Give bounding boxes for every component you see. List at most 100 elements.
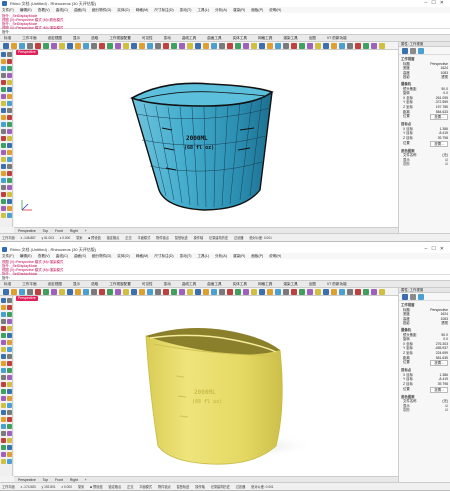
tab-cplanes[interactable]: 工作平面: [22, 282, 36, 286]
toolbar-tool-icon[interactable]: [379, 43, 385, 49]
tab-curve-tools[interactable]: 曲线工具: [182, 36, 196, 40]
toolbar-tool-icon[interactable]: [3, 289, 9, 295]
toolbar-tool-icon[interactable]: [211, 43, 217, 49]
modeling-tool-icon[interactable]: [7, 298, 12, 303]
modeling-tool-icon[interactable]: [7, 115, 12, 120]
menu-subd[interactable]: 细分物件(D): [92, 8, 111, 12]
modeling-tool-icon[interactable]: [1, 143, 6, 148]
modeling-tool-icon[interactable]: [1, 319, 6, 324]
toolbar-tool-icon[interactable]: [331, 289, 337, 295]
modeling-tool-icon[interactable]: [1, 368, 6, 373]
toolbar-tool-icon[interactable]: [227, 43, 233, 49]
toolbar-tool-icon[interactable]: [355, 43, 361, 49]
toolbar-tool-icon[interactable]: [315, 289, 321, 295]
toolbar-tool-icon[interactable]: [27, 43, 33, 49]
modeling-tool-icon[interactable]: [1, 424, 6, 429]
modeling-tool-icon[interactable]: [1, 403, 6, 408]
toolbar-tool-icon[interactable]: [347, 289, 353, 295]
toolbar-tool-icon[interactable]: [75, 289, 81, 295]
status-planar[interactable]: 平面模式: [139, 485, 152, 489]
tab-solid-tools[interactable]: 实体工具: [233, 36, 247, 40]
toolbar-tool-icon[interactable]: [347, 43, 353, 49]
modeling-tool-icon[interactable]: [1, 115, 6, 120]
tab-surface-tools[interactable]: 曲面工具: [207, 36, 221, 40]
tab-render-tools[interactable]: 渲染工具: [283, 282, 297, 286]
toolbar-tool-icon[interactable]: [123, 43, 129, 49]
material-icon[interactable]: [410, 294, 416, 300]
modeling-tool-icon[interactable]: [7, 382, 12, 387]
modeling-tool-icon[interactable]: [7, 59, 12, 64]
menu-render[interactable]: 渲染(R): [233, 8, 245, 12]
menu-tools[interactable]: 工具(L): [197, 8, 209, 12]
toolbar-tool-icon[interactable]: [115, 289, 121, 295]
place-camera-button[interactable]: 放置...: [430, 114, 448, 121]
tab-new-in-v7[interactable]: V7 的新功能: [327, 36, 347, 40]
status-ortho[interactable]: 正交: [125, 236, 131, 240]
tab-visibility[interactable]: 可见性: [142, 282, 153, 286]
modeling-tool-icon[interactable]: [7, 368, 12, 373]
tab-transform[interactable]: 变动: [164, 282, 171, 286]
modeling-tool-icon[interactable]: [7, 66, 12, 71]
toolbar-tool-icon[interactable]: [267, 289, 273, 295]
tab-render-tools[interactable]: 渲染工具: [283, 36, 297, 40]
modeling-tool-icon[interactable]: [1, 52, 6, 57]
menu-dimension[interactable]: 尺寸标注(D): [154, 254, 173, 258]
modeling-tool-icon[interactable]: [1, 445, 6, 450]
place-camera-button[interactable]: 放置...: [430, 360, 448, 367]
tab-transform[interactable]: 变动: [164, 36, 171, 40]
status-gumball[interactable]: 操作轴: [195, 485, 205, 489]
toolbar-tool-icon[interactable]: [259, 289, 265, 295]
tab-display[interactable]: 显示: [73, 36, 80, 40]
tab-mesh-tools[interactable]: 网格工具: [258, 282, 272, 286]
modeling-tool-icon[interactable]: [1, 298, 6, 303]
menu-file[interactable]: 文件(F): [2, 8, 14, 12]
toolbar-tool-icon[interactable]: [147, 43, 153, 49]
toolbar-tool-icon[interactable]: [251, 289, 257, 295]
modeling-tool-icon[interactable]: [7, 164, 12, 169]
modeling-tool-icon[interactable]: [7, 94, 12, 99]
window-controls[interactable]: –☐✕: [425, 0, 448, 7]
toolbar-tool-icon[interactable]: [11, 289, 17, 295]
modeling-tool-icon[interactable]: [7, 445, 12, 450]
tab-select[interactable]: 选取: [91, 36, 98, 40]
modeling-tool-icon[interactable]: [7, 199, 12, 204]
modeling-tool-icon[interactable]: [1, 389, 6, 394]
modeling-tool-icon[interactable]: [1, 171, 6, 176]
modeling-tool-icon[interactable]: [7, 157, 12, 162]
modeling-tool-icon[interactable]: [1, 94, 6, 99]
modeling-tool-icon[interactable]: [7, 129, 12, 134]
modeling-tool-icon[interactable]: [7, 319, 12, 324]
modeling-tool-icon[interactable]: [1, 354, 6, 359]
menu-file[interactable]: 文件(F): [2, 254, 14, 258]
gray-checkbox[interactable]: ☑: [445, 408, 448, 413]
menu-subd[interactable]: 细分物件(D): [92, 254, 111, 258]
modeling-tool-icon[interactable]: [7, 52, 12, 57]
toolbar-tool-icon[interactable]: [43, 43, 49, 49]
toolbar-tool-icon[interactable]: [59, 289, 65, 295]
modeling-tool-icon[interactable]: [7, 312, 12, 317]
menu-curve[interactable]: 曲线(C): [56, 254, 68, 258]
tab-viewport-layout[interactable]: 工作视窗配置: [109, 36, 131, 40]
modeling-tool-icon[interactable]: [1, 80, 6, 85]
tab-surface-tools[interactable]: 曲面工具: [207, 282, 221, 286]
window-controls[interactable]: –☐✕: [425, 246, 448, 253]
toolbar-tool-icon[interactable]: [307, 289, 313, 295]
toolbar-tool-icon[interactable]: [203, 289, 209, 295]
modeling-tool-icon[interactable]: [1, 459, 6, 464]
toolbar-tool-icon[interactable]: [163, 289, 169, 295]
modeling-tool-icon[interactable]: [1, 199, 6, 204]
toolbar-tool-icon[interactable]: [203, 43, 209, 49]
toolbar-tool-icon[interactable]: [219, 289, 225, 295]
modeling-tool-icon[interactable]: [1, 410, 6, 415]
modeling-tool-icon[interactable]: [7, 438, 12, 443]
tab-viewport-layout[interactable]: 工作视窗配置: [109, 282, 131, 286]
modeling-tool-icon[interactable]: [7, 424, 12, 429]
toolbar-tool-icon[interactable]: [363, 289, 369, 295]
menu-panels[interactable]: 面板(P): [251, 8, 263, 12]
status-osnap[interactable]: 物件锁点: [156, 236, 169, 240]
modeling-tool-icon[interactable]: [7, 459, 12, 464]
status-smarttrack[interactable]: 智慧轨迹: [175, 236, 188, 240]
modeling-tool-icon[interactable]: [7, 122, 12, 127]
toolbar-tool-icon[interactable]: [51, 289, 57, 295]
modeling-tool-icon[interactable]: [7, 333, 12, 338]
